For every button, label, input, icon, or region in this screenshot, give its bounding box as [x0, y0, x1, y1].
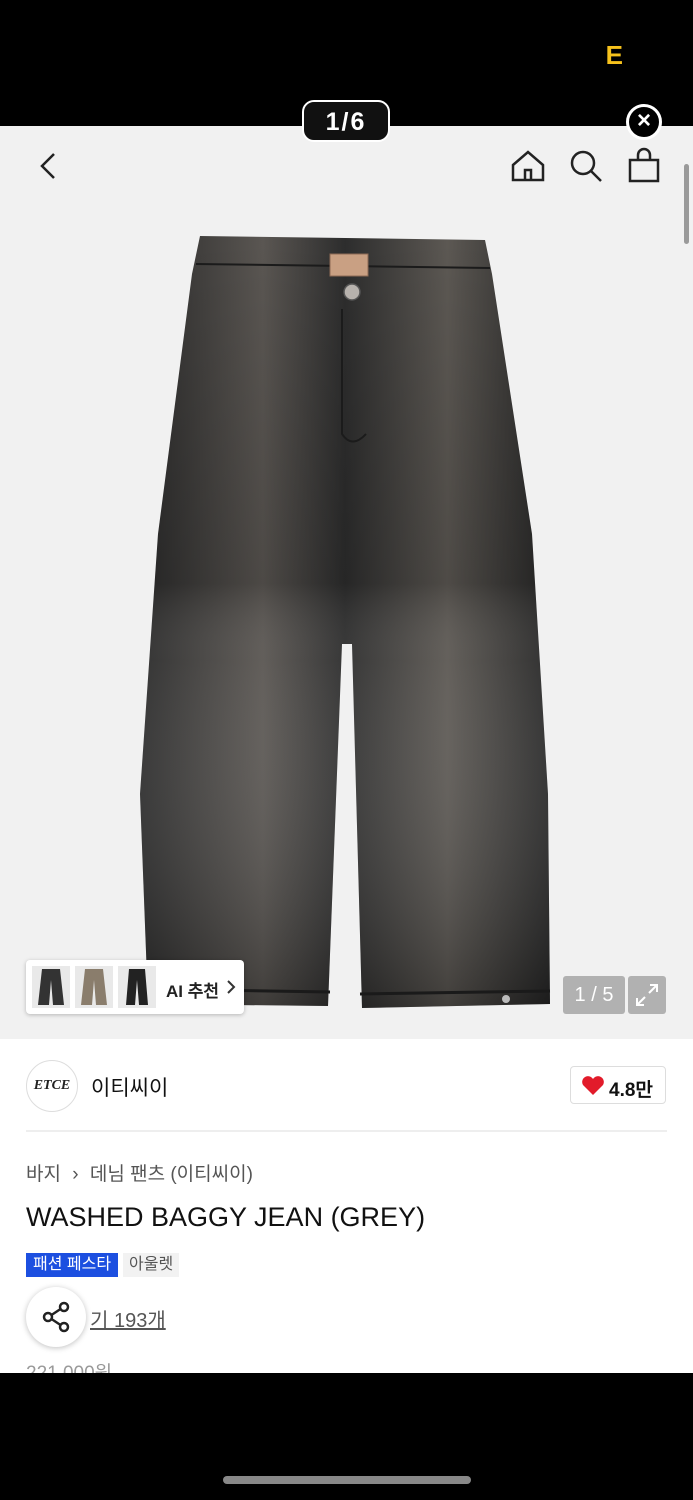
close-viewer-button[interactable]: × — [626, 104, 662, 140]
thumbnail-2[interactable] — [75, 966, 113, 1008]
breadcrumb-item-pants[interactable]: 바지 — [26, 1164, 61, 1185]
divider — [26, 1130, 667, 1132]
like-button[interactable]: 4.8만 — [570, 1066, 666, 1104]
viewer-image-counter: 1/6 — [302, 100, 390, 142]
heart-icon — [582, 1076, 604, 1095]
ai-recommend-label[interactable]: AI 추천 — [166, 977, 219, 1002]
search-icon[interactable] — [566, 146, 606, 186]
like-count: 4.8만 — [609, 1080, 653, 1101]
product-title: WASHED BAGGY JEAN (GREY) — [26, 1202, 426, 1232]
thumbnail-3[interactable] — [118, 966, 156, 1008]
chevron-right-icon — [227, 980, 236, 994]
brand-name[interactable]: 이티씨이 — [91, 1072, 168, 1102]
breadcrumb-item-denim[interactable]: 데님 팬츠 (이티씨이) — [90, 1164, 253, 1185]
share-button[interactable] — [26, 1287, 86, 1347]
share-icon — [42, 1301, 70, 1333]
breadcrumb: 바지 › 데님 팬츠 (이티씨이) — [26, 1159, 259, 1186]
back-icon[interactable] — [30, 146, 70, 186]
original-price: 221,000원 — [26, 1358, 112, 1373]
review-count-link[interactable]: 기 193개 — [90, 1304, 166, 1333]
expand-icon — [636, 984, 658, 1006]
home-icon[interactable] — [508, 146, 548, 186]
product-image-area[interactable]: AI 추천 1 / 5 — [0, 126, 693, 1039]
status-glyph: E — [605, 40, 623, 70]
chevron-right-icon: › — [72, 1164, 79, 1185]
scrollbar[interactable] — [684, 164, 689, 244]
thumbnail-1[interactable] — [32, 966, 70, 1008]
brand-row: ETCE 이티씨이 4.8만 — [0, 1039, 693, 1131]
home-indicator[interactable] — [223, 1476, 471, 1484]
similar-items-strip[interactable]: AI 추천 — [26, 960, 244, 1014]
expand-button[interactable] — [628, 976, 666, 1014]
brand-logo[interactable]: ETCE — [26, 1060, 78, 1112]
product-photo-jeans — [140, 236, 551, 1008]
outlet-badge: 아울렛 — [123, 1253, 180, 1277]
gallery-image-counter: 1 / 5 — [563, 976, 625, 1014]
cart-icon[interactable] — [624, 146, 664, 186]
fashion-festa-badge: 패션 페스타 — [26, 1253, 119, 1277]
